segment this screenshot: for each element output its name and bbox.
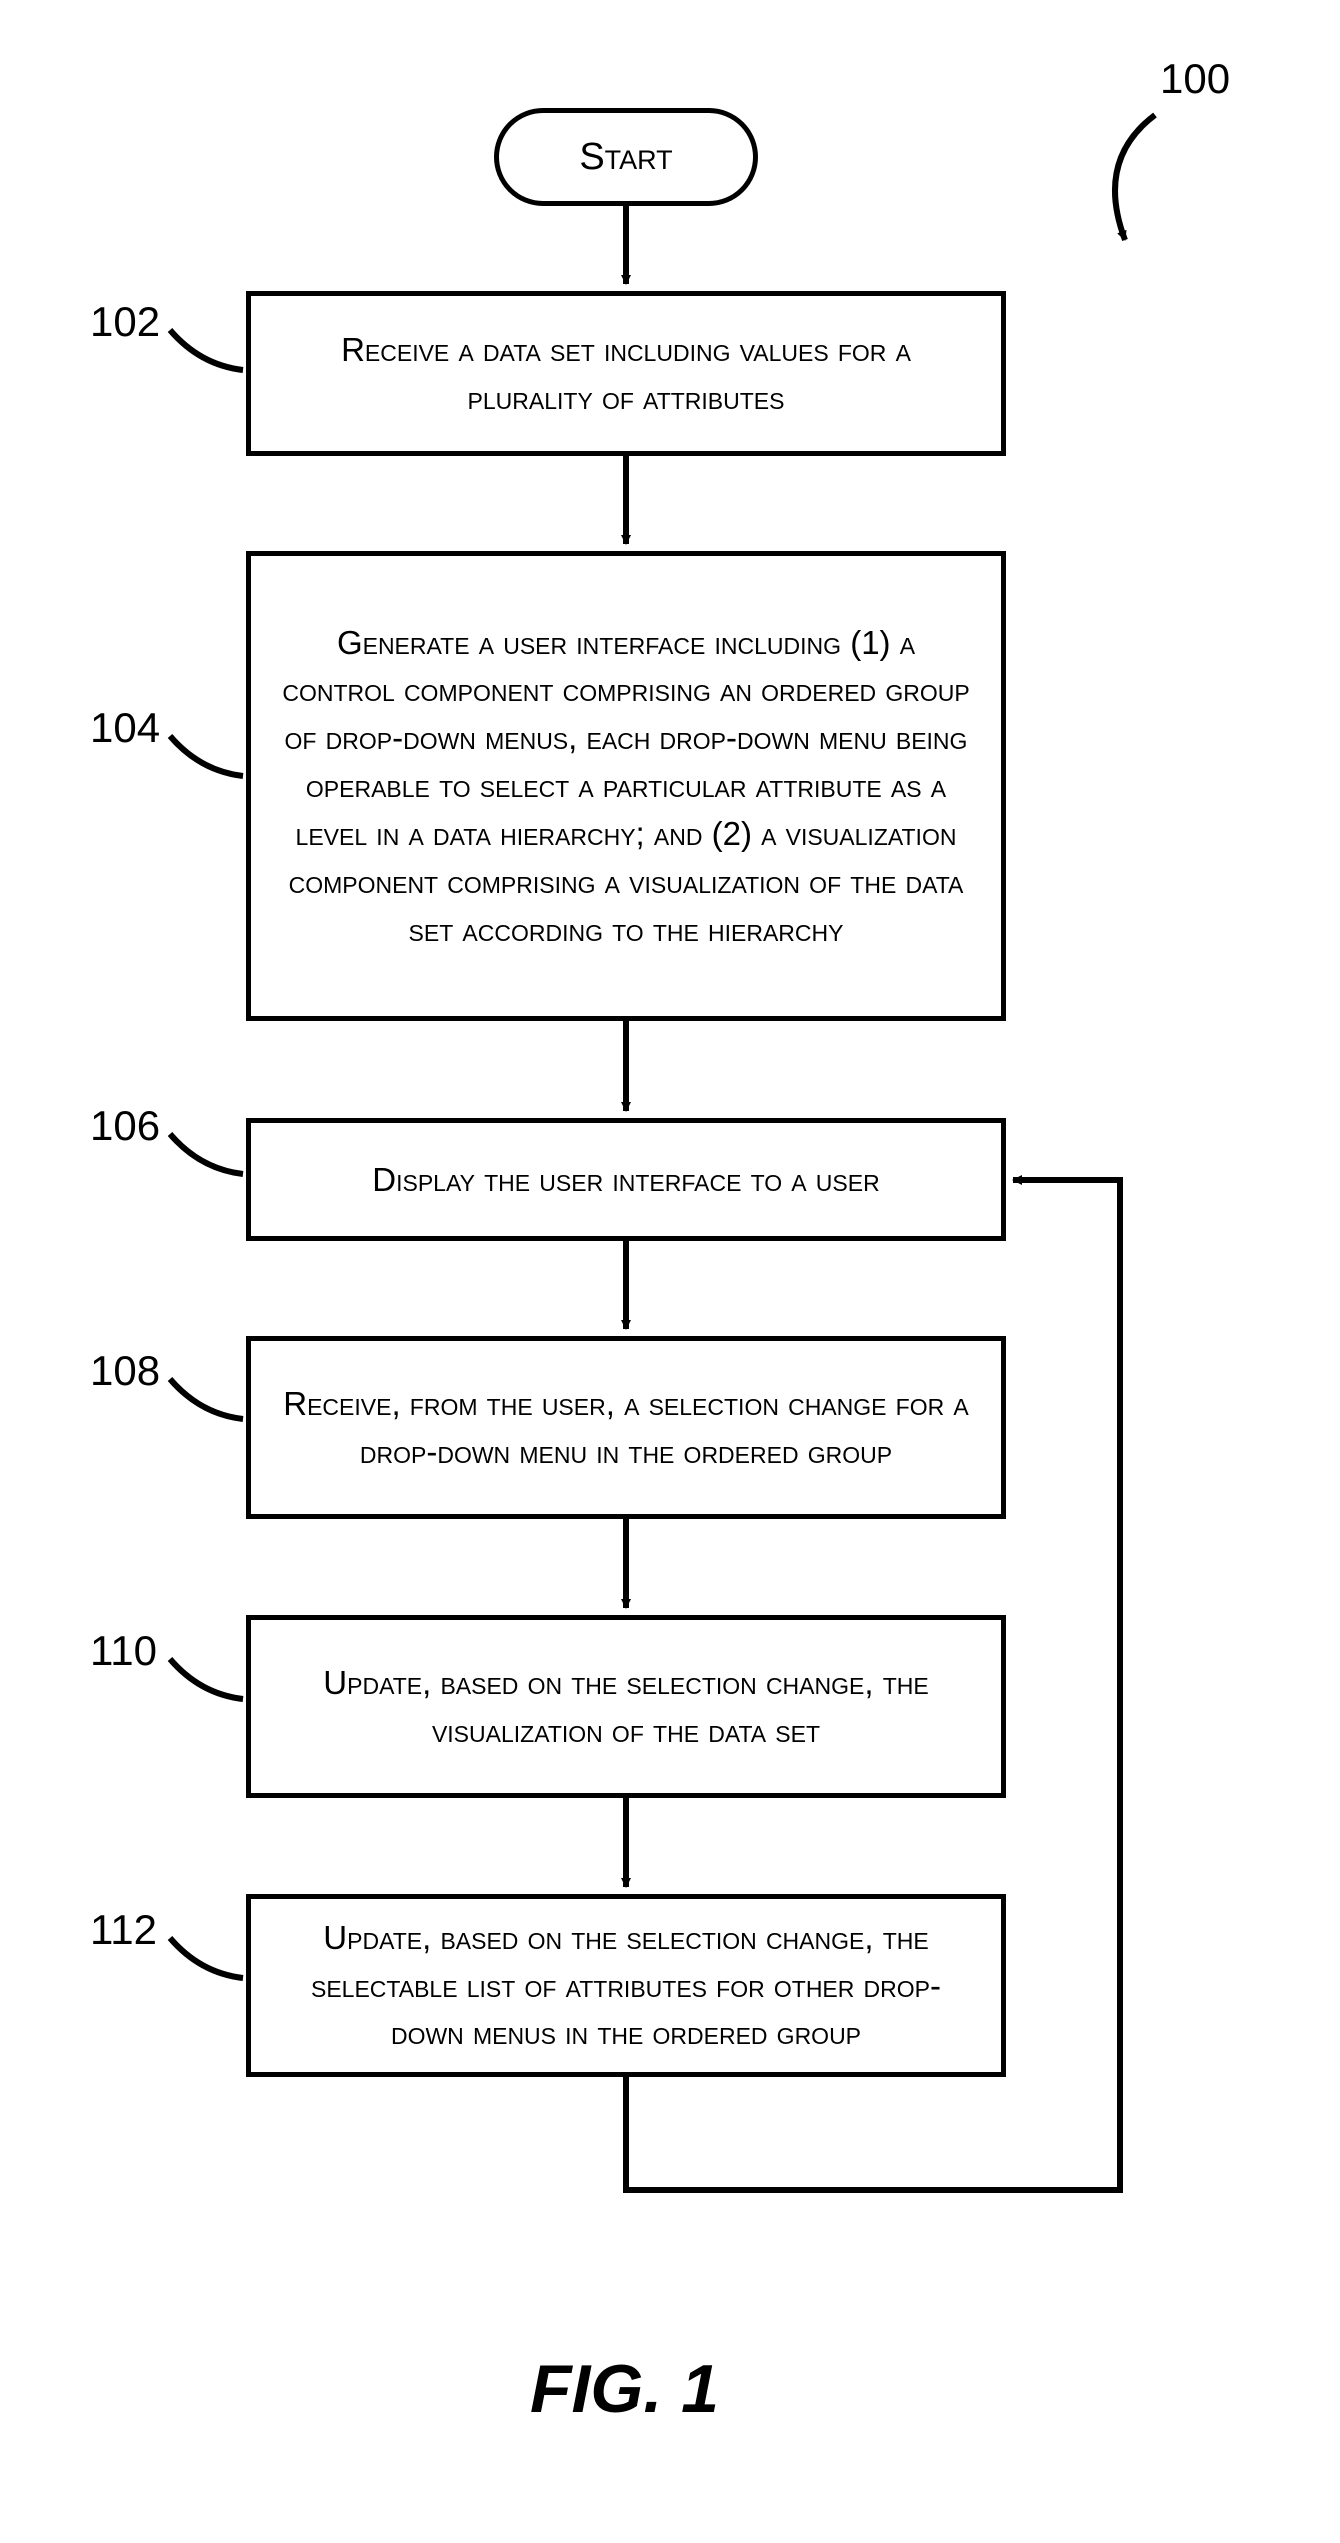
ref-104: 104 [90,704,160,752]
ref-106: 106 [90,1102,160,1150]
step-112: Update, based on the selection change, t… [246,1894,1006,2077]
step-110-text: Update, based on the selection change, t… [281,1659,971,1755]
step-104-text: Generate a user interface including (1) … [281,619,971,954]
start-node: Start [494,108,758,206]
flowchart-diagram: Start Receive a data set including value… [0,0,1340,2543]
step-102: Receive a data set including values for … [246,291,1006,456]
start-label: Start [579,136,672,179]
step-102-text: Receive a data set including values for … [281,326,971,422]
step-104: Generate a user interface including (1) … [246,551,1006,1021]
step-108-text: Receive, from the user, a selection chan… [281,1380,971,1476]
figure-caption: FIG. 1 [530,2350,719,2428]
step-110: Update, based on the selection change, t… [246,1615,1006,1798]
ref-100: 100 [1160,55,1230,103]
step-106-text: Display the user interface to a user [372,1156,879,1204]
ref-110: 110 [90,1627,157,1675]
step-108: Receive, from the user, a selection chan… [246,1336,1006,1519]
step-106: Display the user interface to a user [246,1118,1006,1241]
step-112-text: Update, based on the selection change, t… [281,1914,971,2058]
ref-108: 108 [90,1347,160,1395]
ref-102: 102 [90,298,160,346]
ref-112: 112 [90,1906,157,1954]
